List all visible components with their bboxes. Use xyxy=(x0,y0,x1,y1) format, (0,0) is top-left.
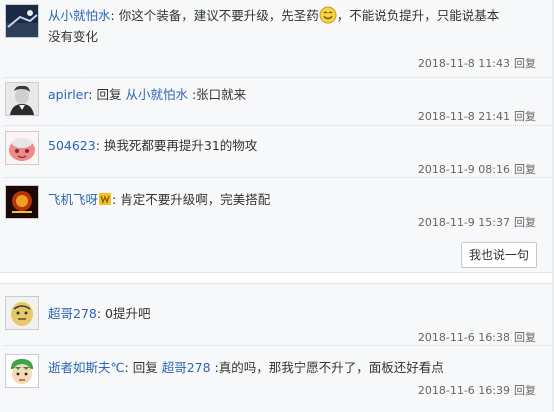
reply-link[interactable]: 回复 xyxy=(514,163,536,176)
reply-meta: 2018-11-8 21:41 回复 xyxy=(418,108,536,124)
avatar[interactable] xyxy=(5,4,39,38)
reply-text-line2: 没有变化 xyxy=(48,29,99,44)
reply-text: 0提升吧 xyxy=(105,306,151,321)
reply-meta: 2018-11-8 11:43 回复 xyxy=(418,55,536,71)
username-link[interactable]: 504623 xyxy=(48,138,96,153)
say-something-button[interactable]: 我也说一句 xyxy=(461,242,537,268)
avatar[interactable] xyxy=(5,131,39,165)
reply-link[interactable]: 回复 xyxy=(514,216,536,229)
list-item: apirler: 回复 从小就怕水 :张口就来 2018-11-8 21:41 回… xyxy=(0,78,554,126)
avatar[interactable] xyxy=(5,296,39,330)
reply-link[interactable]: 回复 xyxy=(514,57,536,70)
reply-text: 肯定不要升级啊，完美搭配 xyxy=(120,192,271,207)
reply-link[interactable]: 回复 xyxy=(514,384,536,397)
reply-text-cont: ，不能说负提升，只能说基本 xyxy=(336,8,500,23)
reply-meta: 2018-11-6 16:38 回复 xyxy=(418,329,536,345)
badge-icon xyxy=(98,191,112,205)
smile-emoji-icon xyxy=(319,6,337,24)
reply-link[interactable]: 回复 xyxy=(514,110,536,123)
username-link[interactable]: apirler xyxy=(48,87,88,102)
reply-meta: 2018-11-9 15:37 回复 xyxy=(418,214,536,230)
username-link[interactable]: 从小就怕水 xyxy=(48,8,111,23)
avatar[interactable] xyxy=(5,82,39,116)
list-item: 逝者如斯夫℃: 回复 超哥278 :真的吗，那我宁愿不升了，面板还好看点 201… xyxy=(0,346,554,412)
reply-link[interactable]: 回复 xyxy=(514,331,536,344)
mention-link[interactable]: 从小就怕水 xyxy=(125,87,188,102)
username-link[interactable]: 超哥278 xyxy=(48,306,97,321)
reply-meta: 2018-11-6 16:39 回复 xyxy=(418,382,536,398)
list-item: 飞机飞呀: 肯定不要升级啊，完美搭配 2018-11-9 15:37 回复 xyxy=(0,178,554,234)
list-item: 从小就怕水: 你这个装备，建议不要升级，先圣药 ，不能说负提升，只能说基本 没有变… xyxy=(0,0,554,78)
reply-text: 你这个装备，建议不要升级，先圣药 xyxy=(118,8,319,23)
mention-link[interactable]: 超哥278 xyxy=(162,360,211,375)
list-item: 504623: 换我死都要再提升31的物攻 2018-11-9 08:16 回复 xyxy=(0,126,554,178)
timestamp: 2018-11-8 21:41 xyxy=(417,110,510,123)
reply-thread-2: 超哥278: 0提升吧 2018-11-6 16:38 回复 逝者如斯夫℃: 回复… xyxy=(0,283,554,412)
timestamp: 2018-11-8 11:43 xyxy=(417,57,510,70)
reply-text: :张口就来 xyxy=(187,87,247,102)
avatar[interactable] xyxy=(5,354,39,388)
avatar[interactable] xyxy=(5,185,39,219)
timestamp: 2018-11-9 15:37 xyxy=(417,216,510,229)
list-item: 超哥278: 0提升吧 2018-11-6 16:38 回复 xyxy=(0,284,554,346)
reply-text: 换我死都要再提升31的物攻 xyxy=(103,138,258,153)
reply-thread-1: 从小就怕水: 你这个装备，建议不要升级，先圣药 ，不能说负提升，只能说基本 没有变… xyxy=(0,0,554,273)
username-link[interactable]: 飞机飞呀 xyxy=(48,192,98,207)
reply-meta: 2018-11-9 08:16 回复 xyxy=(418,161,536,177)
username-link[interactable]: 逝者如斯夫℃ xyxy=(48,360,125,375)
timestamp: 2018-11-6 16:38 xyxy=(417,331,510,344)
reply-text: :真的吗，那我宁愿不升了，面板还好看点 xyxy=(210,360,444,375)
timestamp: 2018-11-9 08:16 xyxy=(417,163,510,176)
timestamp: 2018-11-6 16:39 xyxy=(417,384,510,397)
